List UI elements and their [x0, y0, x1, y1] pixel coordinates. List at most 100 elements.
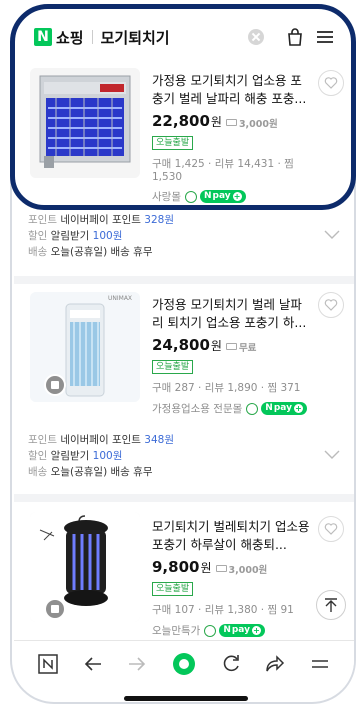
seller-row: 가정용업소용 전문몰 Npay +	[152, 401, 312, 416]
talktalk-chat-icon[interactable]	[246, 402, 259, 415]
scroll-to-top-button[interactable]	[316, 590, 346, 620]
product-price: 24,800 원 무료	[152, 336, 312, 354]
today-dispatch-badge: 오늘출발	[152, 360, 194, 374]
shipping-fee: 3,000원	[225, 116, 278, 130]
chevron-down-icon[interactable]	[324, 450, 340, 460]
discount-text: 알림받기	[50, 230, 90, 242]
delivery-row: 배송 오늘(공휴일) 배송 휴무	[28, 464, 354, 480]
forward-arrow-icon[interactable]	[126, 653, 148, 679]
product-title[interactable]: 가정용 모기퇴치기 업소용 포충기 벌레 날파리 해충 포충...	[152, 72, 312, 108]
benefits-block[interactable]: 포인트 네이버페이 포인트 348원 할인 알림받기 100원 배송 오늘(공휴…	[14, 432, 354, 492]
green-dot-icon[interactable]	[171, 651, 197, 681]
point-row: 포인트 네이버페이 포인트 348원	[28, 432, 354, 448]
seller-row: 사랑몰 Npay +	[152, 189, 312, 204]
back-arrow-icon[interactable]	[82, 653, 104, 679]
delivery-row: 배송 오늘(공휴일) 배송 휴무	[28, 244, 354, 260]
today-dispatch-badge: 오늘출발	[152, 136, 194, 150]
video-play-icon[interactable]	[44, 598, 66, 620]
product-stats: 구매 107 · 리뷰 1,380 · 찜 91	[152, 604, 294, 616]
talktalk-chat-icon[interactable]	[204, 624, 217, 637]
refresh-icon[interactable]	[220, 653, 242, 679]
discount-label: 할인	[28, 450, 48, 462]
product-stats: 구매 287 · 리뷰 1,890 · 찜 371	[152, 382, 301, 394]
point-text: 네이버페이 포인트	[60, 434, 141, 446]
shipping-fee-value: 3,000원	[238, 118, 278, 130]
npay-badge-text: pay	[273, 403, 292, 413]
seller-name[interactable]: 오늘만특가	[152, 623, 200, 638]
chevron-down-icon[interactable]	[324, 230, 340, 240]
brand-mark: UNIMAX	[108, 295, 132, 302]
talktalk-chat-icon[interactable]	[184, 190, 197, 203]
plus-icon: +	[293, 404, 303, 413]
menu-icon[interactable]	[309, 653, 331, 679]
section-separator	[14, 276, 354, 284]
video-play-icon[interactable]	[44, 374, 66, 396]
seller-name[interactable]: 가정용업소용 전문몰	[152, 401, 242, 416]
product-info: 모기퇴치기 벌레퇴치기 업소용 포충기 하루살이 해충퇴... 9,800 원 3…	[152, 518, 312, 638]
point-value: 328원	[144, 214, 174, 226]
product-price: 9,800 원 3,000원	[152, 558, 312, 576]
product-card[interactable]: 모기퇴치기 벌레퇴치기 업소용 포충기 하루살이 해충퇴... 9,800 원 3…	[14, 502, 354, 640]
share-icon[interactable]	[264, 653, 286, 679]
wishlist-heart-icon[interactable]	[318, 70, 344, 96]
npay-badge: Npay +	[261, 402, 307, 415]
search-input[interactable]: 모기퇴치기	[101, 27, 248, 48]
point-text: 네이버페이 포인트	[60, 214, 141, 226]
truck-icon	[225, 343, 237, 350]
seller-name[interactable]: 사랑몰	[152, 189, 181, 204]
point-row: 포인트 네이버페이 포인트 328원	[28, 212, 354, 228]
npay-badge: Npay +	[219, 624, 265, 637]
product-stats: 구매 1,425 · 리뷰 14,431 · 찜 1,530	[152, 158, 294, 183]
price-value: 22,800	[152, 112, 210, 130]
plus-icon: +	[251, 626, 261, 635]
product-price: 22,800 원 3,000원	[152, 112, 312, 130]
product-card[interactable]: UNIMAX 가정용 모기퇴치기 벌레 날파리 퇴치기 업소용 포충기 하...…	[14, 284, 354, 416]
truck-icon	[215, 565, 227, 572]
discount-row: 할인 알림받기 100원	[28, 228, 354, 244]
point-value: 348원	[144, 434, 174, 446]
npay-badge-text: pay	[212, 191, 231, 201]
shipping-fee: 3,000원	[215, 562, 268, 576]
delivery-text: 오늘(공휴일) 배송 휴무	[50, 246, 153, 258]
discount-row: 할인 알림받기 100원	[28, 448, 354, 464]
price-value: 24,800	[152, 336, 210, 354]
point-label: 포인트	[28, 214, 57, 226]
phone-frame: N 쇼핑 모기퇴치기 가정용 모기퇴치기 업소용 포충기 벌레 날파리 해충 포…	[10, 4, 356, 704]
shopping-service-label[interactable]: 쇼핑	[56, 27, 84, 48]
truck-icon	[225, 119, 237, 126]
discount-value: 100원	[92, 230, 123, 242]
price-value: 9,800	[152, 558, 200, 576]
product-title[interactable]: 모기퇴치기 벌레퇴치기 업소용 포충기 하루살이 해충퇴...	[152, 518, 312, 554]
point-label: 포인트	[28, 434, 57, 446]
product-info: 가정용 모기퇴치기 업소용 포충기 벌레 날파리 해충 포충... 22,800…	[152, 72, 312, 204]
naver-logo[interactable]: N	[34, 28, 52, 46]
section-separator	[14, 494, 354, 502]
shipping-fee-value: 무료	[238, 342, 257, 354]
delivery-label: 배송	[28, 466, 48, 478]
product-title[interactable]: 가정용 모기퇴치기 벌레 날파리 퇴치기 업소용 포충기 하...	[152, 296, 312, 332]
benefits-block[interactable]: 포인트 네이버페이 포인트 328원 할인 알림받기 100원 배송 오늘(공휴…	[14, 212, 354, 272]
product-image[interactable]	[30, 68, 140, 178]
shipping-fee-value: 3,000원	[228, 564, 268, 576]
wishlist-heart-icon[interactable]	[318, 292, 344, 318]
shipping-fee: 무료	[225, 340, 257, 354]
seller-row: 오늘만특가 Npay +	[152, 623, 312, 638]
wishlist-heart-icon[interactable]	[318, 516, 344, 542]
price-unit: 원	[200, 561, 212, 575]
today-dispatch-badge: 오늘출발	[152, 582, 194, 596]
product-card[interactable]: 가정용 모기퇴치기 업소용 포충기 벌레 날파리 해충 포충... 22,800…	[14, 62, 354, 208]
shopping-bag-icon[interactable]	[284, 26, 306, 48]
home-indicator[interactable]	[124, 696, 248, 701]
discount-label: 할인	[28, 230, 48, 242]
discount-value: 100원	[92, 450, 123, 462]
price-unit: 원	[210, 339, 222, 353]
naver-home-icon[interactable]	[37, 653, 59, 679]
search-header: N 쇼핑 모기퇴치기	[14, 12, 354, 62]
npay-badge-text: pay	[231, 625, 250, 635]
delivery-label: 배송	[28, 246, 48, 258]
delivery-text: 오늘(공휴일) 배송 휴무	[50, 466, 153, 478]
product-info: 가정용 모기퇴치기 벌레 날파리 퇴치기 업소용 포충기 하... 24,800…	[152, 296, 312, 416]
menu-icon[interactable]	[314, 26, 336, 48]
clear-search-icon[interactable]	[248, 29, 264, 45]
discount-text: 알림받기	[50, 450, 90, 462]
